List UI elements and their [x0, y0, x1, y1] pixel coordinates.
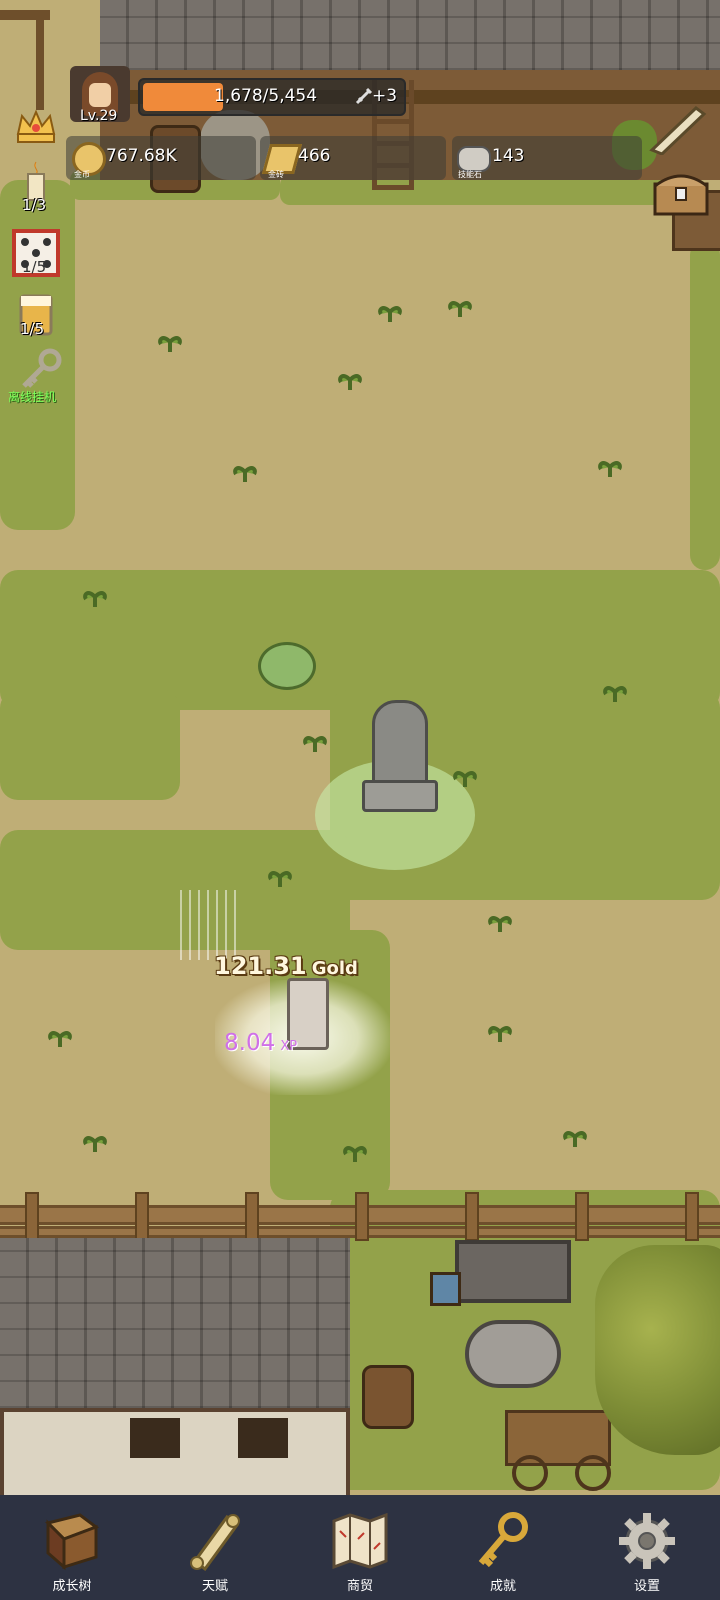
game-scene: [0, 0, 720, 1495]
crown-icon[interactable]: [14, 104, 58, 148]
fence-post: [135, 1192, 149, 1241]
treasure-chest-icon[interactable]: [652, 166, 710, 218]
xp-bar-fill: [143, 83, 223, 111]
grass-patch: [690, 240, 720, 570]
nav-achievement[interactable]: 成就: [448, 1495, 558, 1600]
water-bucket: [430, 1272, 461, 1306]
fence-post: [465, 1192, 479, 1241]
statue-base: [362, 780, 438, 812]
window: [130, 1418, 180, 1458]
nav-trade[interactable]: 商贸: [305, 1495, 415, 1600]
sprout: [300, 730, 330, 754]
book-icon: [45, 1513, 100, 1571]
beer-count: 1/5: [20, 320, 45, 338]
barrel: [362, 1365, 414, 1429]
key-icon: [478, 1512, 528, 1568]
sprout: [450, 765, 480, 789]
gold-bar-label: 金砖: [268, 170, 284, 179]
currency-panel-skill-stone[interactable]: 143 技能石: [452, 136, 642, 180]
xp-text: 1,678/5,454: [214, 86, 318, 106]
sprout: [375, 300, 405, 324]
gold-reward-popup: 121.31 Gold: [214, 952, 358, 980]
xp-bar: 1,678/5,454 +3: [138, 78, 406, 116]
nav-label: 设置: [633, 1579, 660, 1594]
sprout: [80, 1130, 110, 1154]
top-roof: [100, 0, 720, 70]
nav-label: 商贸: [346, 1579, 373, 1594]
xp-reward-popup: 8.04 XP: [224, 1030, 297, 1056]
nav-label: 成长树: [52, 1579, 92, 1594]
bottom-house-roof: [0, 1238, 350, 1414]
fence-post: [355, 1192, 369, 1241]
scroll-icon: [190, 1514, 240, 1572]
bottom-nav: 成长树 天赋 商贸 成就 设置: [0, 1495, 720, 1600]
nav-talent[interactable]: 天赋: [160, 1495, 270, 1600]
fence-post: [575, 1192, 589, 1241]
sprout: [335, 368, 365, 392]
gold-reward-unit: Gold: [311, 958, 358, 979]
sprout: [445, 295, 475, 319]
currency-panel-gold-bar[interactable]: 466 金砖: [260, 136, 446, 180]
bonus-text: +3: [372, 86, 398, 106]
map-icon: [332, 1512, 388, 1570]
skill-stone-value: 143: [492, 146, 525, 166]
sprout: [485, 1020, 515, 1044]
wooden-post: [36, 10, 44, 110]
stone-well: [465, 1320, 561, 1388]
sprout: [595, 455, 625, 479]
sprout: [230, 460, 260, 484]
skill-stone-label: 技能石: [458, 170, 482, 179]
nav-label: 天赋: [201, 1579, 228, 1594]
gold-reward-value: 121.31: [214, 952, 307, 980]
fence-post: [25, 1192, 39, 1241]
dice-count: 1/5: [22, 258, 47, 276]
sparkles: [180, 890, 240, 960]
sprout: [80, 585, 110, 609]
sword-icon: [355, 87, 373, 105]
cart-wheel: [575, 1455, 611, 1491]
sprout: [265, 865, 295, 889]
player-level: Lv.29: [80, 108, 118, 124]
currency-panel-coin[interactable]: 767.68K 金币: [66, 136, 256, 180]
auto-idle-label[interactable]: 离线挂机: [8, 388, 56, 405]
sprout: [560, 1125, 590, 1149]
tree: [595, 1245, 720, 1455]
coin-value: 767.68K: [106, 146, 177, 166]
well-roof: [455, 1240, 571, 1303]
sprout: [155, 330, 185, 354]
xp-reward-unit: XP: [280, 1039, 298, 1054]
sprout: [45, 1025, 75, 1049]
grass-patch: [0, 690, 180, 800]
nav-growth-tree[interactable]: 成长树: [17, 1495, 127, 1600]
gold-bar-value: 466: [298, 146, 331, 166]
fence-post: [245, 1192, 259, 1241]
horn-icon[interactable]: [648, 100, 708, 156]
fence-post: [685, 1192, 699, 1241]
nav-label: 成就: [489, 1579, 516, 1594]
candle-count: 1/3: [22, 196, 47, 214]
nav-settings[interactable]: 设置: [592, 1495, 702, 1600]
sprout: [600, 680, 630, 704]
sprout: [485, 910, 515, 934]
cabbage: [258, 642, 316, 690]
cart-wheel: [512, 1455, 548, 1491]
coin-label: 金币: [74, 170, 90, 179]
avatar-face: [89, 83, 111, 107]
sprout: [340, 1140, 370, 1164]
gear-icon: [619, 1513, 675, 1569]
window: [238, 1418, 288, 1458]
xp-reward-value: 8.04: [224, 1030, 276, 1056]
